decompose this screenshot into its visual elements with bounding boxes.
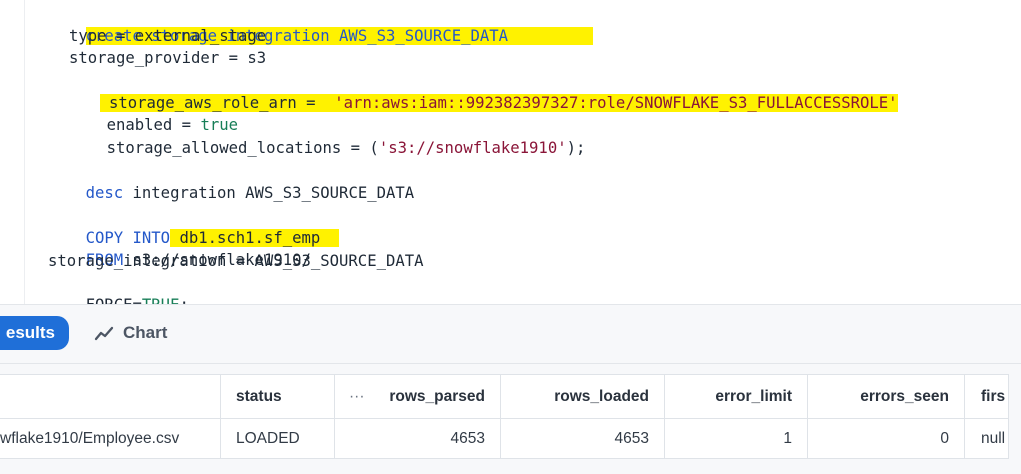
code-line-copy-into: COPY INTO db1.sch1.sf_emp: [48, 205, 340, 247]
code-line-provider: storage_provider = s3: [69, 49, 267, 67]
header-rows-loaded[interactable]: rows_loaded: [501, 375, 665, 418]
create-line-highlight-tail: [508, 27, 593, 45]
results-panel: esults Chart status ··· rows_parsed rows…: [0, 304, 1021, 474]
cell-errors-seen[interactable]: 0: [808, 419, 965, 458]
results-tab[interactable]: esults: [0, 316, 69, 350]
code-line-from: FROM s3://snowflake1910/: [85, 251, 311, 269]
header-errors-seen[interactable]: errors_seen: [808, 375, 965, 418]
results-tabs: esults Chart: [0, 305, 1021, 364]
code-line-storage-integration: storage_integration = AWS_S3_SOURCE_DATA: [48, 252, 424, 270]
header-error-limit[interactable]: error_limit: [665, 375, 808, 418]
results-table: status ··· rows_parsed rows_loaded error…: [0, 374, 1009, 459]
cell-error-limit[interactable]: 1: [665, 419, 808, 458]
trend-line-icon: [94, 326, 114, 341]
code-line-force: FORCE=TRUE;: [48, 272, 189, 304]
code-line-desc: desc integration AWS_S3_SOURCE_DATA: [85, 184, 415, 202]
code-line-enabled: enabled = true: [106, 116, 239, 134]
editor-gutter-line: [24, 0, 25, 304]
sql-editor[interactable]: create storage integration AWS_S3_SOURCE…: [0, 0, 1021, 304]
header-file[interactable]: [0, 375, 221, 418]
code-line-role-arn: storage_aws_role_arn = 'arn:aws:iam::992…: [62, 70, 898, 112]
table-row: wflake1910/Employee.csv LOADED 4653 4653…: [0, 419, 1008, 458]
code-line-create: create storage integration AWS_S3_SOURCE…: [48, 3, 593, 45]
cell-status[interactable]: LOADED: [221, 419, 335, 458]
cell-rows-parsed[interactable]: 4653: [335, 419, 501, 458]
header-status[interactable]: status: [221, 375, 335, 418]
code-line-type: type = external_stage: [69, 27, 267, 45]
cell-file[interactable]: wflake1910/Employee.csv: [0, 419, 221, 458]
code-line-allowed-locations: storage_allowed_locations = ('s3://snowf…: [106, 139, 586, 157]
cell-rows-loaded[interactable]: 4653: [501, 419, 665, 458]
header-rows-parsed[interactable]: ··· rows_parsed: [335, 375, 501, 418]
chart-tab-label: Chart: [123, 323, 168, 342]
header-first[interactable]: firs: [965, 375, 1008, 418]
column-menu-dots-icon[interactable]: ···: [349, 375, 365, 418]
table-header-row: status ··· rows_parsed rows_loaded error…: [0, 375, 1008, 419]
cell-first[interactable]: null: [965, 419, 1008, 458]
